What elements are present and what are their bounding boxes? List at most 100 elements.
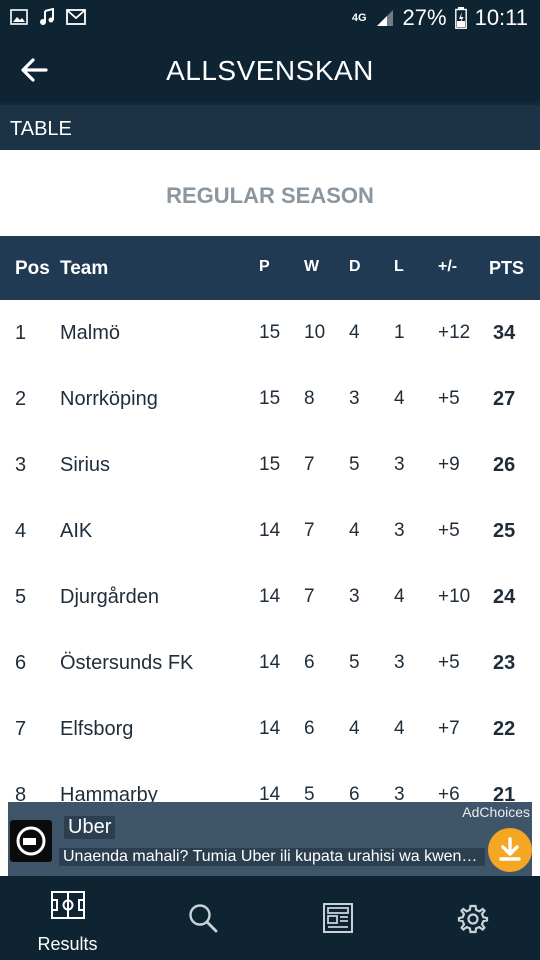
network-type: 4G (351, 12, 367, 24)
position: 7 (15, 718, 27, 740)
won: 6 (304, 652, 315, 673)
bottom-navigation: Results (0, 876, 540, 960)
pitch-icon (50, 891, 85, 919)
column-header-played: P (259, 258, 270, 275)
column-header-pos: Pos (15, 258, 50, 279)
points: 23 (493, 652, 516, 674)
goal-difference: +9 (438, 454, 460, 475)
team-name: Norrköping (60, 388, 158, 410)
points: 22 (493, 718, 516, 740)
lost: 3 (394, 652, 405, 673)
season-label: REGULAR SEASON (166, 183, 374, 208)
points: 24 (493, 586, 516, 608)
standings-table[interactable]: 1 Malmö 15 10 4 1 +12 34 2 Norrköping 15… (0, 300, 540, 802)
nav-results-label: Results (37, 934, 98, 954)
drawn: 5 (349, 652, 360, 673)
lost: 4 (394, 718, 405, 739)
position: 2 (15, 388, 27, 410)
drawn: 4 (349, 322, 360, 343)
clock: 10:11 (474, 5, 528, 30)
column-header-points: PTS (489, 258, 525, 278)
played: 14 (259, 586, 281, 607)
won: 8 (304, 388, 315, 409)
battery-percentage: 27% (402, 5, 447, 30)
uber-logo (10, 820, 52, 862)
table-row[interactable]: 2 Norrköping 15 8 3 4 +5 27 (0, 366, 540, 432)
team-name: Hammarby (60, 784, 158, 802)
drawn: 4 (349, 520, 360, 541)
goal-difference: +5 (438, 388, 460, 409)
lost: 3 (394, 784, 405, 802)
goal-difference: +12 (438, 322, 471, 343)
table-header: Pos Team P W D L +/- PTS (0, 236, 540, 300)
goal-difference: +10 (438, 586, 471, 607)
table-row[interactable]: 4 AIK 14 7 4 3 +5 25 (0, 498, 540, 564)
played: 14 (259, 718, 281, 739)
position: 3 (15, 454, 27, 476)
position: 8 (15, 784, 27, 802)
won: 5 (304, 784, 315, 802)
column-header-drawn: D (349, 258, 361, 275)
played: 14 (259, 784, 281, 802)
tab-table[interactable]: TABLE (10, 118, 72, 141)
uber-logo-icon (16, 826, 46, 856)
table-row[interactable]: 3 Sirius 15 7 5 3 +9 26 (0, 432, 540, 498)
played: 14 (259, 520, 281, 541)
drawn: 4 (349, 718, 360, 739)
tab-bar: TABLE (0, 102, 540, 150)
team-name: AIK (60, 520, 93, 542)
goal-difference: +7 (438, 718, 460, 739)
team-name: Elfsborg (60, 718, 134, 740)
drawn: 3 (349, 586, 360, 607)
played: 14 (259, 652, 281, 673)
points: 27 (493, 388, 516, 410)
lost: 4 (394, 388, 405, 409)
table-row[interactable]: 5 Djurgården 14 7 3 4 +10 24 (0, 564, 540, 630)
position: 5 (15, 586, 27, 608)
music-note-icon (40, 8, 54, 25)
column-header-team: Team (60, 258, 109, 279)
points: 34 (493, 322, 516, 344)
points: 21 (493, 784, 516, 802)
column-header-lost: L (394, 258, 404, 275)
team-name: Sirius (60, 454, 111, 476)
ad-description: Unaenda mahali? Tumia Uber ili kupata ur… (59, 848, 485, 866)
played: 15 (259, 322, 281, 343)
points: 25 (493, 520, 516, 542)
status-bar: 4G 27% 10:11 (0, 0, 540, 38)
position: 1 (15, 322, 27, 344)
signal-icon (376, 10, 393, 26)
team-name: Malmö (60, 322, 121, 344)
table-row[interactable]: 7 Elfsborg 14 6 4 4 +7 22 (0, 696, 540, 762)
position: 6 (15, 652, 27, 674)
gallery-icon (10, 9, 28, 25)
nav-results[interactable]: Results (0, 876, 135, 960)
season-section: REGULAR SEASON (0, 152, 540, 236)
goal-difference: +5 (438, 652, 460, 673)
table-row[interactable]: 1 Malmö 15 10 4 1 +12 34 (0, 300, 540, 366)
table-row[interactable]: 6 Östersunds FK 14 6 5 3 +5 23 (0, 630, 540, 696)
played: 15 (259, 388, 281, 409)
position: 4 (15, 520, 27, 542)
adchoices-link[interactable]: AdChoices (462, 804, 530, 820)
download-button[interactable] (488, 828, 532, 872)
page-title: ALLSVENSKAN (166, 55, 374, 86)
app-bar: ALLSVENSKAN (0, 38, 540, 102)
team-name: Djurgården (60, 586, 159, 608)
drawn: 6 (349, 784, 360, 802)
won: 7 (304, 520, 315, 541)
lost: 3 (394, 454, 405, 475)
team-name: Östersunds FK (60, 652, 194, 674)
column-header-goal-difference: +/- (438, 258, 458, 275)
ad-banner[interactable]: AdChoices Uber Unaenda mahali? Tumia Ube… (8, 802, 532, 876)
nav-settings[interactable] (405, 876, 540, 960)
table-row[interactable]: 8 Hammarby 14 5 6 3 +6 21 (0, 762, 540, 802)
nav-search[interactable] (135, 876, 270, 960)
nav-news[interactable] (270, 876, 405, 960)
battery-icon (454, 7, 467, 29)
gmail-icon (66, 9, 86, 25)
won: 7 (304, 454, 315, 475)
won: 6 (304, 718, 315, 739)
column-header-won: W (304, 258, 320, 275)
drawn: 3 (349, 388, 360, 409)
